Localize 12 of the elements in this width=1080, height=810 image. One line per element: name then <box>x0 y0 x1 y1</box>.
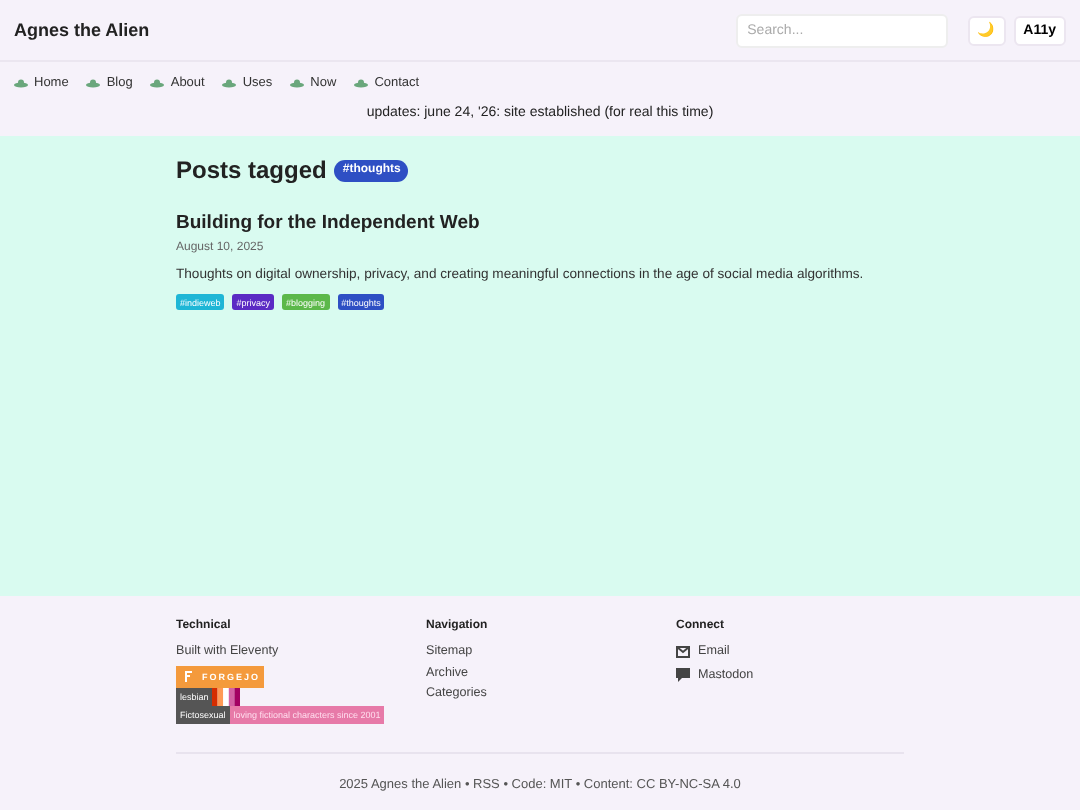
ufo-icon <box>14 77 28 87</box>
ufo-icon <box>222 77 237 87</box>
ufo-icon <box>86 77 101 87</box>
ufo-icon <box>354 77 369 87</box>
chat-icon <box>676 668 690 682</box>
post-title[interactable]: Building for the Independent Web <box>176 212 904 234</box>
site-title[interactable]: Agnes the Alien <box>14 20 736 40</box>
ufo-icon <box>150 77 165 87</box>
flag-icon <box>212 687 241 705</box>
ufo-icon <box>290 77 305 87</box>
page-heading: Posts tagged <box>176 156 327 184</box>
mail-icon <box>676 645 690 657</box>
